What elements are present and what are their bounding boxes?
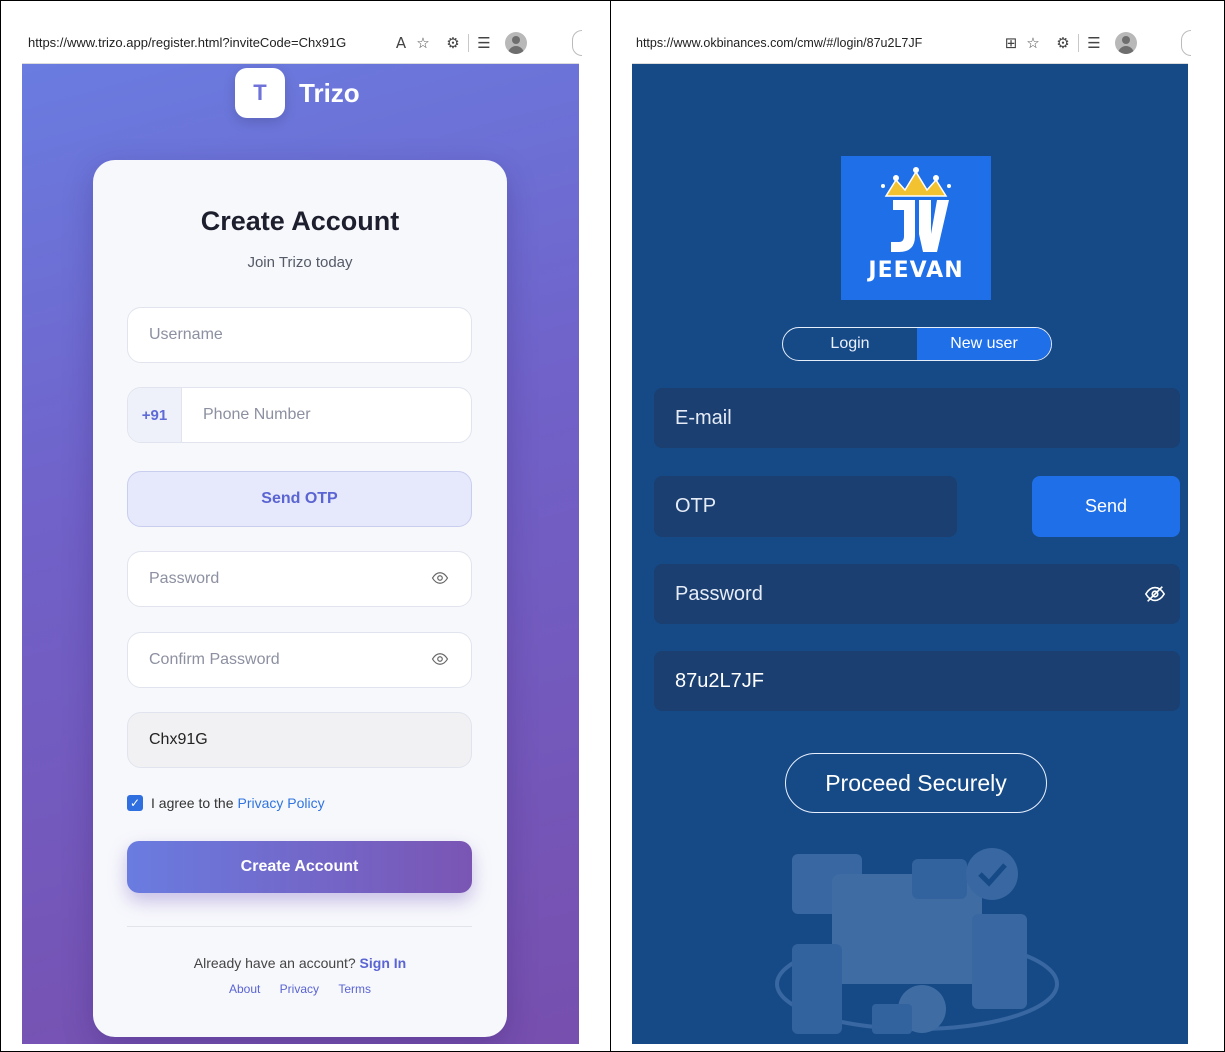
privacy-link[interactable]: Privacy: [280, 982, 319, 996]
confirm-password-placeholder: Confirm Password: [149, 651, 280, 668]
invite-code-value: Chx91G: [149, 731, 208, 748]
read-aloud-icon[interactable]: A: [390, 32, 412, 54]
left-address-bar[interactable]: https://www.trizo.app/register.html?invi…: [22, 35, 382, 50]
brand-name: Trizo: [299, 77, 360, 108]
extensions-icon[interactable]: ⚙: [442, 32, 464, 54]
trizo-brand: T Trizo: [235, 68, 360, 118]
password-input[interactable]: Password: [654, 564, 1180, 624]
otp-input[interactable]: OTP: [654, 476, 957, 537]
phone-input[interactable]: +91 Phone Number: [127, 387, 472, 443]
trizo-logo-icon: T: [235, 68, 285, 118]
show-confirm-password-eye-icon[interactable]: [431, 650, 449, 668]
toolbar-edge: [1181, 30, 1191, 56]
toolbar-separator: [1078, 33, 1079, 52]
password-placeholder: Password: [675, 582, 763, 605]
page-title: Create Account: [200, 206, 400, 236]
otp-row: OTP Send: [654, 476, 1180, 537]
toolbar-edge: [572, 30, 582, 56]
sign-in-prompt: Already have an account? Sign In: [93, 955, 507, 971]
register-card: Create Account Join Trizo today Username…: [93, 160, 507, 1037]
show-password-eye-icon[interactable]: [431, 569, 449, 587]
invite-code-input[interactable]: Chx91G: [127, 712, 472, 768]
tab-new-user[interactable]: New user: [917, 328, 1051, 360]
profile-avatar-icon[interactable]: [505, 31, 527, 54]
agree-checkbox[interactable]: ✓: [127, 795, 143, 811]
about-link[interactable]: About: [229, 982, 260, 996]
password-placeholder: Password: [149, 570, 220, 587]
agree-text: I agree to the: [151, 795, 234, 811]
otp-placeholder: OTP: [675, 495, 717, 517]
username-input[interactable]: Username: [127, 307, 472, 363]
panel-divider: [610, 0, 611, 1052]
jeevan-logo-text: JEEVAN: [868, 258, 964, 283]
username-placeholder: Username: [149, 326, 223, 343]
favorites-list-icon[interactable]: ☰: [473, 32, 495, 54]
privacy-policy-link[interactable]: Privacy Policy: [238, 795, 325, 811]
confirm-password-input[interactable]: Confirm Password: [127, 632, 472, 688]
password-input[interactable]: Password: [127, 551, 472, 607]
invite-code-value: 87u2L7JF: [675, 669, 764, 692]
favorite-star-icon[interactable]: ☆: [1022, 32, 1044, 54]
page-subtitle: Join Trizo today: [247, 254, 353, 271]
hide-password-eye-slash-icon[interactable]: [1144, 583, 1166, 605]
right-browser-toolbar: https://www.okbinances.com/cmw/#/login/8…: [632, 22, 1191, 64]
send-otp-button[interactable]: Send: [1032, 476, 1180, 537]
favorites-list-icon[interactable]: ☰: [1083, 32, 1105, 54]
auth-mode-toggle: Login New user: [782, 327, 1052, 361]
already-text: Already have an account?: [193, 955, 356, 971]
favorite-star-icon[interactable]: ☆: [412, 32, 434, 54]
phone-placeholder: Phone Number: [203, 406, 311, 423]
sign-in-link[interactable]: Sign In: [360, 955, 407, 971]
right-address-bar[interactable]: https://www.okbinances.com/cmw/#/login/8…: [632, 36, 992, 50]
email-placeholder: E-mail: [675, 406, 732, 429]
extensions-icon[interactable]: ⚙: [1052, 32, 1074, 54]
left-browser-toolbar: https://www.trizo.app/register.html?invi…: [22, 22, 582, 64]
proceed-securely-button[interactable]: Proceed Securely: [785, 753, 1047, 813]
country-code[interactable]: +91: [128, 388, 182, 442]
toolbar-separator: [468, 33, 469, 52]
jeevan-logo: JEEVAN: [841, 156, 991, 300]
trizo-page: T Trizo Create Account Join Trizo today …: [22, 64, 579, 1044]
profile-avatar-icon[interactable]: [1115, 31, 1137, 54]
create-account-button[interactable]: Create Account: [127, 841, 472, 893]
email-input[interactable]: E-mail: [654, 388, 1180, 448]
devices-illustration: [775, 848, 1059, 1034]
card-divider: [127, 926, 472, 927]
send-otp-button[interactable]: Send OTP: [127, 471, 472, 527]
terms-link[interactable]: Terms: [338, 982, 371, 996]
reader-view-icon[interactable]: ⊞: [1000, 32, 1022, 54]
jeevan-page: JEEVAN Login New user E-mail OTP Send Pa…: [632, 64, 1188, 1044]
invite-code-input[interactable]: 87u2L7JF: [654, 651, 1180, 711]
privacy-agreement: ✓ I agree to the Privacy Policy: [127, 795, 325, 811]
footer-links: About Privacy Terms: [93, 982, 507, 996]
tab-login[interactable]: Login: [783, 328, 917, 360]
